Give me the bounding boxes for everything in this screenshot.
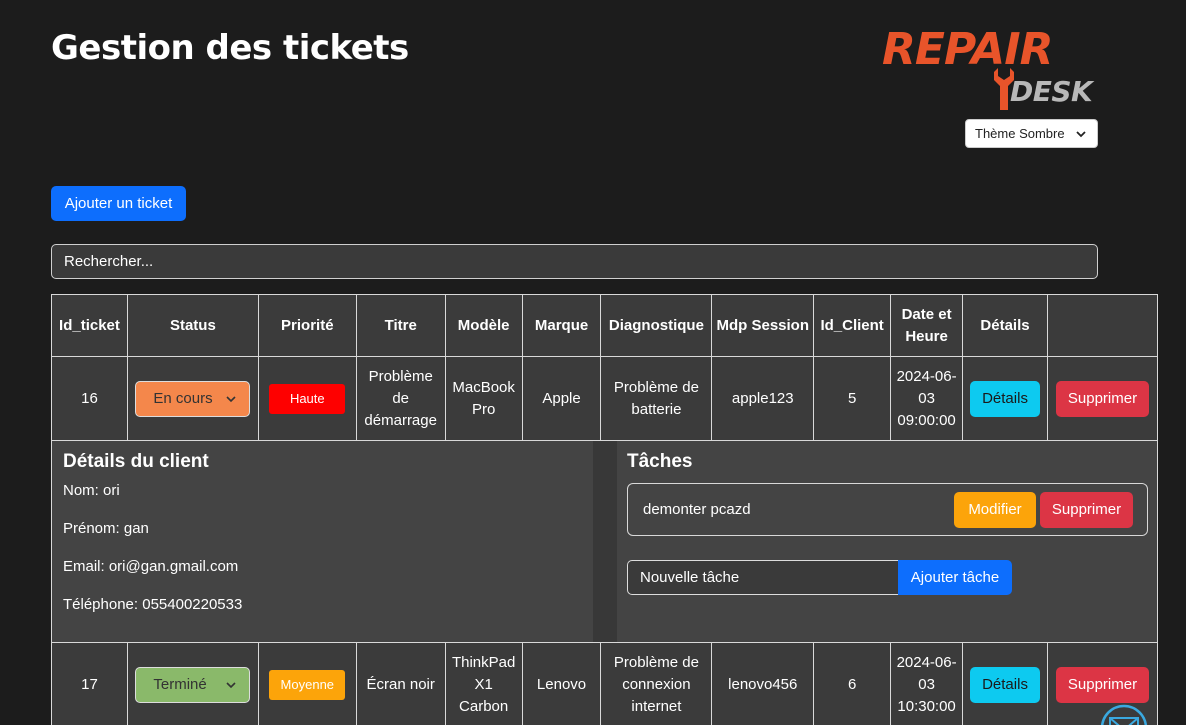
table-header-row: Id_ticket Status Priorité Titre Modèle M… — [51, 294, 1158, 357]
cell-id: 17 — [51, 642, 128, 725]
col-header-status: Status — [126, 294, 259, 357]
table-row: 17 Terminé Moyenne Écran noir ThinkPad X… — [51, 642, 1158, 725]
client-email: Email: ori@gan.gmail.com — [63, 558, 239, 575]
task-item: demonter pcazd Modifier Supprimer — [627, 483, 1148, 536]
tickets-table: Id_ticket Status Priorité Titre Modèle M… — [51, 294, 1158, 725]
cell-details: Détails — [962, 356, 1048, 441]
envelope-icon[interactable] — [1099, 703, 1149, 725]
new-task-input[interactable] — [627, 560, 898, 595]
cell-model: ThinkPad X1 Carbon — [444, 642, 523, 725]
col-header-diagnostic: Diagnostique — [600, 294, 713, 357]
cell-status: Terminé — [126, 642, 259, 725]
cell-session-pwd: apple123 — [711, 356, 815, 441]
delete-ticket-button[interactable]: Supprimer — [1056, 666, 1149, 703]
col-header-details: Détails — [962, 294, 1048, 357]
cell-title: Écran noir — [355, 642, 446, 725]
client-name: Nom: ori — [63, 482, 120, 499]
logo-text-repair: REPAIR — [882, 24, 1053, 75]
client-details-heading: Détails du client — [63, 451, 209, 472]
add-ticket-button[interactable]: Ajouter un ticket — [51, 186, 186, 221]
details-button[interactable]: Détails — [970, 380, 1041, 417]
theme-select[interactable]: Thème Sombre — [965, 119, 1098, 148]
priority-badge: Haute — [269, 383, 346, 414]
modify-task-button[interactable]: Modifier — [954, 492, 1036, 528]
cell-datetime: 2024-06-03 10:30:00 — [890, 642, 964, 725]
cell-client-id: 6 — [813, 642, 892, 725]
theme-select-value: Thème Sombre — [975, 126, 1065, 141]
cell-datetime: 2024-06-03 09:00:00 — [890, 356, 964, 441]
cell-brand: Apple — [521, 356, 602, 441]
cell-diagnostic: Problème de connexion internet — [600, 642, 713, 725]
cell-title: Problème de démarrage — [355, 356, 446, 441]
cell-client-id: 5 — [813, 356, 892, 441]
client-firstname: Prénom: gan — [63, 520, 149, 537]
panel-divider — [593, 441, 617, 642]
cell-id: 16 — [51, 356, 128, 441]
search-input[interactable] — [51, 244, 1098, 279]
col-header-datetime: Date et Heure — [890, 294, 964, 357]
cell-session-pwd: lenovo456 — [711, 642, 815, 725]
status-select[interactable]: En cours — [135, 380, 251, 417]
priority-badge: Moyenne — [269, 669, 346, 700]
tasks-panel: Tâches demonter pcazd Modifier Supprimer… — [617, 441, 1157, 615]
task-text: demonter pcazd — [643, 500, 751, 518]
col-header-id: Id_ticket — [51, 294, 128, 357]
status-value: Terminé — [153, 675, 207, 693]
status-select[interactable]: Terminé — [135, 666, 251, 703]
cell-status: En cours — [126, 356, 259, 441]
col-header-client-id: Id_Client — [813, 294, 892, 357]
col-header-brand: Marque — [521, 294, 602, 357]
cell-brand: Lenovo — [521, 642, 602, 725]
logo-text-desk: DESK — [1010, 75, 1093, 108]
delete-task-button[interactable]: Supprimer — [1040, 492, 1133, 528]
chevron-down-icon — [1076, 131, 1086, 138]
page-title: Gestion des tickets — [51, 28, 409, 68]
delete-ticket-button[interactable]: Supprimer — [1056, 380, 1149, 417]
chevron-down-icon — [226, 395, 236, 402]
new-task-row: Ajouter tâche — [627, 560, 1147, 595]
cell-details: Détails — [962, 642, 1048, 725]
client-phone: Téléphone: 055400220533 — [63, 596, 243, 613]
cell-model: MacBook Pro — [444, 356, 523, 441]
chevron-down-icon — [226, 681, 236, 688]
tasks-heading: Tâches — [627, 451, 693, 472]
table-row: 16 En cours Haute Problème de démarrage … — [51, 356, 1158, 441]
col-header-title: Titre — [355, 294, 446, 357]
status-value: En cours — [153, 389, 213, 407]
col-header-model: Modèle — [444, 294, 523, 357]
details-button[interactable]: Détails — [970, 666, 1041, 703]
cell-priority: Moyenne — [257, 642, 357, 725]
cell-priority: Haute — [257, 356, 357, 441]
client-details-panel: Détails du client Nom: ori Prénom: gan E… — [52, 441, 593, 642]
cell-diagnostic: Problème de batterie — [600, 356, 713, 441]
repair-desk-logo: REPAIR DESK — [882, 28, 1102, 112]
ticket-details-row: Détails du client Nom: ori Prénom: gan E… — [51, 440, 1158, 725]
col-header-priority: Priorité — [257, 294, 357, 357]
col-header-session-pwd: Mdp Session — [711, 294, 815, 357]
ticket-details-cell: Détails du client Nom: ori Prénom: gan E… — [51, 440, 1158, 725]
add-task-button[interactable]: Ajouter tâche — [898, 560, 1012, 595]
cell-actions: Supprimer — [1047, 356, 1158, 441]
col-header-actions — [1047, 294, 1158, 357]
